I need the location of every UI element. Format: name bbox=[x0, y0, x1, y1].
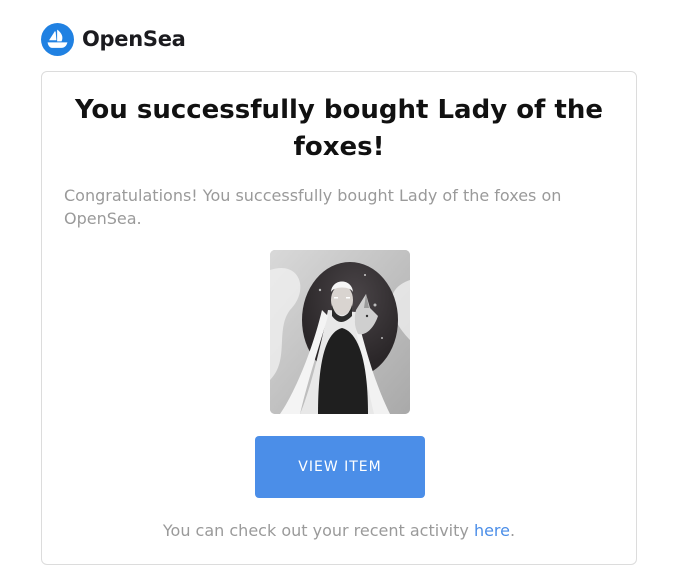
activity-link[interactable]: here bbox=[474, 521, 510, 540]
item-image[interactable] bbox=[270, 250, 410, 414]
activity-note-text: You can check out your recent activity bbox=[162, 521, 474, 540]
brand-name: OpenSea bbox=[82, 27, 186, 51]
purchase-card: You successfully bought Lady of the foxe… bbox=[41, 71, 637, 565]
nft-artwork-icon bbox=[270, 250, 410, 414]
header: OpenSea bbox=[41, 22, 186, 56]
congratulations-message: Congratulations! You successfully bought… bbox=[64, 186, 562, 228]
view-item-button[interactable]: VIEW ITEM bbox=[255, 436, 425, 498]
email-page: OpenSea You successfully bought Lady of … bbox=[0, 0, 680, 586]
activity-note-suffix: . bbox=[510, 521, 516, 540]
opensea-logo-icon bbox=[41, 22, 74, 56]
activity-note: You can check out your recent activity h… bbox=[42, 521, 636, 540]
email-title: You successfully bought Lady of the foxe… bbox=[74, 95, 603, 162]
